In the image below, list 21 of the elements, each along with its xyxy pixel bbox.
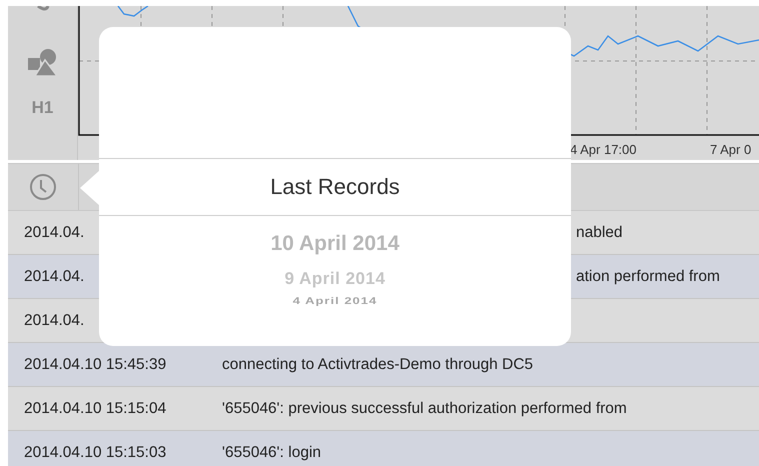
axis-label: 4 Apr 17:00	[570, 142, 636, 157]
date-option[interactable]: 4 April 2014	[292, 296, 378, 306]
date-option[interactable]: 10 April 2014	[270, 224, 400, 264]
shapes-icon[interactable]	[28, 48, 58, 76]
log-message: ation performed from	[576, 268, 721, 286]
log-time: 2014.04.10 15:15:03	[23, 444, 168, 462]
curve-icon[interactable]	[36, 6, 50, 12]
log-time: 2014.04.	[23, 224, 86, 242]
timeframe-label[interactable]: H1	[32, 98, 54, 118]
log-message: connecting to Activtrades-Demo through DC5	[222, 356, 534, 374]
log-message: nabled	[576, 224, 624, 242]
log-time: 2014.04.	[23, 312, 86, 330]
log-message: '655046': previous successful authorization performed from	[222, 400, 627, 418]
log-time: 2014.04.	[23, 268, 86, 286]
log-time: 2014.04.10 15:45:39	[23, 356, 168, 374]
date-option[interactable]: 9 April 2014	[284, 264, 386, 294]
log-time: 2014.04.10 15:15:04	[23, 400, 168, 418]
log-message: '655046': login	[222, 444, 322, 462]
popover-title: Last Records	[270, 174, 400, 200]
clock-icon[interactable]	[29, 173, 57, 201]
axis-label: 7 Apr 0	[710, 142, 752, 157]
